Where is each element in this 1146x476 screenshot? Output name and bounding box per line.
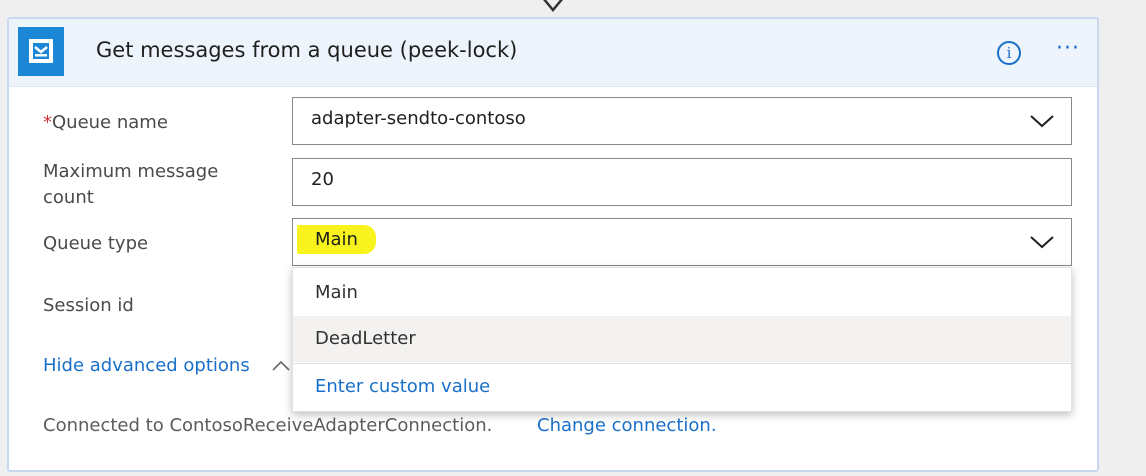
max-count-label-line1: Maximum message — [43, 161, 219, 182]
connection-status-text: Connected to ContosoReceiveAdapterConnec… — [43, 415, 493, 436]
queue-name-dropdown[interactable]: adapter-sendto-contoso — [292, 97, 1072, 145]
card-header[interactable]: Get messages from a queue (peek-lock) i … — [9, 19, 1097, 87]
queue-type-dropdown[interactable]: Main — [292, 218, 1072, 266]
queue-name-label: *Queue name — [43, 110, 168, 136]
change-connection-link[interactable]: Change connection. — [537, 415, 717, 436]
max-count-label-line2: count — [43, 187, 94, 208]
required-marker: * — [43, 112, 52, 133]
chevron-down-icon[interactable] — [1029, 234, 1055, 250]
hide-advanced-options-link[interactable]: Hide advanced options — [43, 355, 250, 376]
max-count-label: Maximum message count — [43, 159, 218, 211]
flow-connector-arrow-icon — [543, 0, 563, 12]
more-options-icon[interactable]: ··· — [1056, 36, 1086, 66]
session-id-label: Session id — [43, 295, 134, 316]
highlighted-queue-type: Main — [297, 225, 376, 254]
queue-type-value: Main — [297, 225, 376, 254]
action-title: Get messages from a queue (peek-lock) — [96, 38, 518, 62]
dropdown-option-main[interactable]: Main — [293, 270, 1071, 316]
max-count-input[interactable]: 20 — [292, 158, 1072, 206]
caret-up-icon[interactable] — [271, 359, 291, 373]
queue-type-label: Queue type — [43, 233, 149, 254]
queue-name-value: adapter-sendto-contoso — [311, 108, 526, 129]
dropdown-option-deadletter[interactable]: DeadLetter — [293, 316, 1071, 362]
action-card: Get messages from a queue (peek-lock) i … — [7, 17, 1099, 472]
enter-custom-value-option[interactable]: Enter custom value — [293, 363, 1071, 409]
chevron-down-icon[interactable] — [1029, 113, 1055, 129]
queue-type-options-menu: Main DeadLetter Enter custom value — [292, 267, 1072, 412]
queue-name-label-text: Queue name — [52, 112, 168, 133]
info-icon[interactable]: i — [997, 41, 1021, 65]
service-bus-queue-icon — [18, 27, 64, 76]
max-count-value: 20 — [311, 169, 334, 190]
